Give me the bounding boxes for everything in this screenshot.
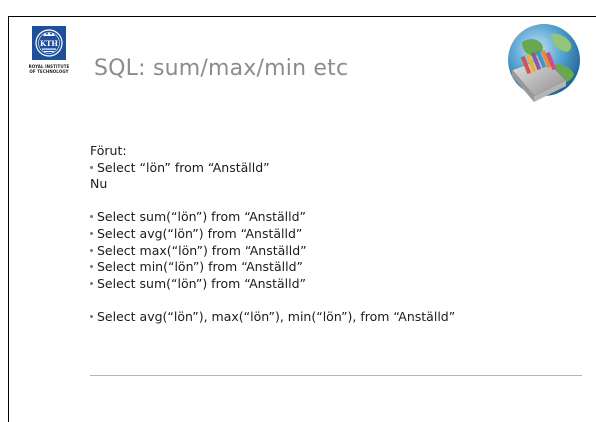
kth-logo: KTH ROYAL INSTITUTE OF TECHNOLOGY: [26, 26, 72, 96]
aggregate-item-avg: Select avg(“lön”) from “Anställd”: [90, 226, 590, 243]
slide: KTH ROYAL INSTITUTE OF TECHNOLOGY SQL: s…: [0, 0, 596, 422]
kth-caption: ROYAL INSTITUTE OF TECHNOLOGY: [26, 64, 72, 74]
aggregate-item-sum: Select sum(“lön”) from “Anställd”: [90, 209, 590, 226]
globe-with-file-drawer-icon: [508, 24, 580, 102]
slide-body: Förut: Select “lön” from “Anställd” Nu S…: [90, 143, 590, 326]
aggregate-item-sum-repeat: Select sum(“lön”) from “Anställd”: [90, 276, 590, 293]
kth-caption-line-2: OF TECHNOLOGY: [29, 69, 69, 74]
before-label: Förut:: [90, 143, 127, 158]
slide-frame-top: [8, 16, 596, 17]
footer-divider: [90, 375, 582, 376]
aggregate-item-max: Select max(“lön”) from “Anställd”: [90, 243, 590, 260]
now-label: Nu: [90, 176, 108, 192]
kth-seal-icon: KTH: [32, 26, 66, 60]
slide-frame-left: [8, 16, 9, 422]
combined-item: Select avg(“lön”), max(“lön”), min(“lön”…: [90, 309, 590, 326]
slide-title: SQL: sum/max/min etc: [94, 56, 349, 81]
before-item: Select “lön” from “Anställd”: [90, 160, 590, 177]
kth-seal-text: KTH: [40, 39, 58, 48]
aggregate-item-min: Select min(“lön”) from “Anställd”: [90, 259, 590, 276]
